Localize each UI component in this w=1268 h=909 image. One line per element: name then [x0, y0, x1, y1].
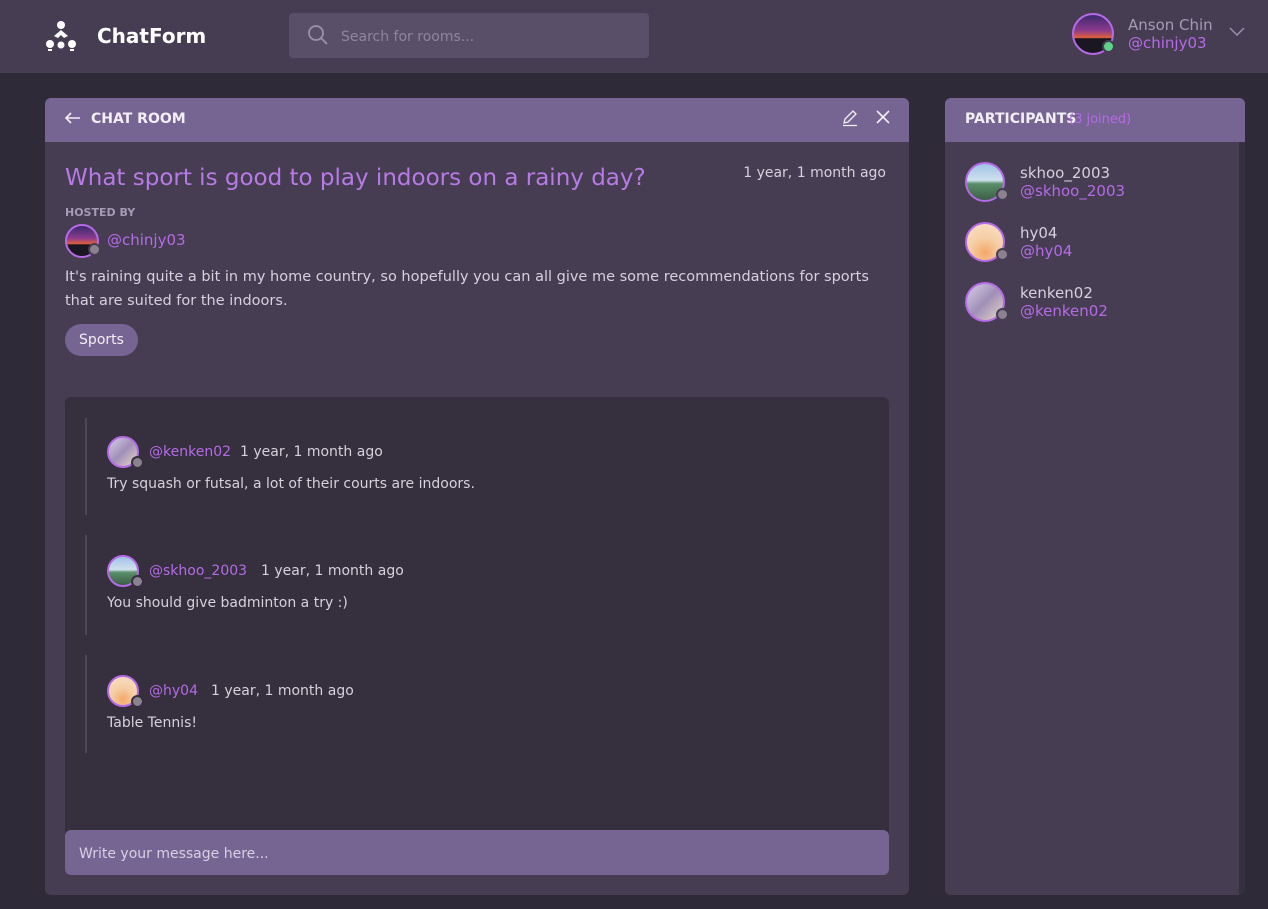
search-bar[interactable] [289, 13, 649, 60]
status-dot [996, 308, 1009, 321]
chevron-down-icon[interactable] [1228, 22, 1246, 40]
chat-room-panel: CHAT ROOM What sport is good to play ind… [45, 98, 909, 895]
conversation-area: @kenken02 1 year, 1 month ago Try squash… [65, 397, 889, 875]
message-time: 1 year, 1 month ago [261, 563, 404, 579]
message-text: You should give badminton a try :) [107, 595, 348, 611]
participants-count: (3 joined) [1069, 112, 1132, 127]
participant-item[interactable]: skhoo_2003 @skhoo_2003 [965, 162, 1225, 206]
message-time: 1 year, 1 month ago [211, 683, 354, 699]
message-item: @hy04 1 year, 1 month ago Table Tennis! [85, 655, 847, 753]
status-dot [131, 695, 144, 708]
participants-panel: PARTICIPANTS (3 joined) skhoo_2003 @skho… [945, 98, 1245, 895]
online-status-dot [1102, 40, 1115, 53]
search-input[interactable] [339, 13, 638, 60]
room-description: It's raining quite a bit in my home coun… [65, 269, 869, 309]
close-icon[interactable] [874, 108, 892, 126]
message-time: 1 year, 1 month ago [240, 444, 383, 460]
status-dot [88, 243, 101, 256]
user-name: Anson Chin [1128, 16, 1213, 34]
top-header: ChatForm Anson Chin @chinjy03 [0, 0, 1268, 73]
host-handle[interactable]: @chinjy03 [107, 231, 186, 249]
brand-name[interactable]: ChatForm [97, 24, 206, 48]
room-timestamp: 1 year, 1 month ago [743, 165, 886, 181]
status-dot [996, 188, 1009, 201]
user-avatar[interactable] [1072, 13, 1115, 55]
status-dot [996, 248, 1009, 261]
message-text: Try squash or futsal, a lot of their cou… [107, 476, 475, 492]
participants-title: PARTICIPANTS [965, 111, 1077, 127]
participant-handle: @kenken02 [1020, 302, 1108, 320]
participant-name: skhoo_2003 [1020, 164, 1111, 182]
participants-header: PARTICIPANTS (3 joined) [945, 98, 1245, 142]
participant-item[interactable]: hy04 @hy04 [965, 222, 1225, 266]
message-author[interactable]: @hy04 [149, 683, 198, 699]
message-item: @kenken02 1 year, 1 month ago Try squash… [85, 418, 847, 515]
chat-room-title: CHAT ROOM [91, 111, 186, 127]
message-author[interactable]: @skhoo_2003 [149, 563, 247, 579]
topic-tag[interactable]: Sports [65, 324, 138, 356]
room-topic: What sport is good to play indoors on a … [65, 165, 646, 191]
chatform-logo-icon[interactable] [44, 20, 78, 52]
hosted-by-label: HOSTED BY [65, 206, 136, 219]
host-avatar[interactable] [65, 224, 101, 258]
participant-handle: @hy04 [1020, 242, 1073, 260]
arrow-left-icon[interactable] [63, 108, 83, 128]
chat-room-header: CHAT ROOM [45, 98, 909, 142]
participant-name: kenken02 [1020, 284, 1093, 302]
status-dot [131, 575, 144, 588]
search-icon [308, 25, 328, 45]
participants-scrollbar[interactable] [1239, 142, 1245, 895]
participant-name: hy04 [1020, 224, 1058, 242]
message-composer[interactable] [65, 830, 889, 877]
message-text: Table Tennis! [107, 715, 197, 731]
participant-item[interactable]: kenken02 @kenken02 [965, 282, 1225, 326]
message-author[interactable]: @kenken02 [149, 444, 231, 460]
status-dot [131, 456, 144, 469]
message-item: @skhoo_2003 1 year, 1 month ago You shou… [85, 535, 847, 635]
edit-pencil-icon[interactable] [841, 109, 859, 127]
participant-handle: @skhoo_2003 [1020, 182, 1126, 200]
user-handle: @chinjy03 [1128, 34, 1207, 52]
message-input[interactable] [77, 830, 881, 877]
